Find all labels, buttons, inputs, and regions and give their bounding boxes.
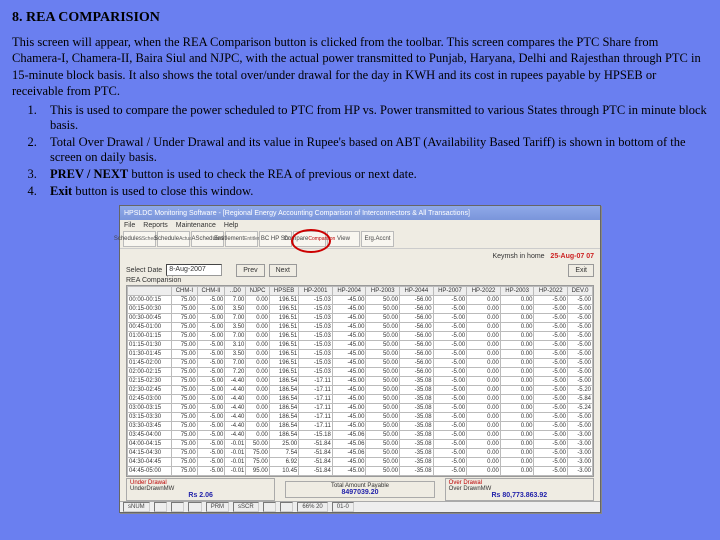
table-row: 01:30-01:4575.00-5.003.500.00196.51-15.0…	[128, 350, 593, 359]
bullet-list: This is used to compare the power schedu…	[40, 103, 708, 199]
table-row: 02:30-02:4575.00-5.00-4.400.00186.54-17.…	[128, 386, 593, 395]
menubar: File Reports Maintenance Help	[120, 220, 600, 230]
status-cell	[280, 502, 293, 512]
bullet-4: Exit button is used to close this window…	[40, 184, 708, 199]
col-header: DEV.0	[568, 287, 593, 296]
table-row: 03:15-03:3075.00-5.00-4.400.00186.54-17.…	[128, 413, 593, 422]
toolbar-btn-5[interactable]: CompareComparison	[293, 231, 326, 247]
status-cell: 66% 20	[297, 502, 327, 512]
status-cell	[188, 502, 201, 512]
under-drawal-box: Under Drawal UnderDrawnMW Rs 2.06	[126, 478, 275, 501]
table-row: 02:45-03:0075.00-5.00-4.400.00186.54-17.…	[128, 395, 593, 404]
table-row: 03:00-03:1575.00-5.00-4.400.00186.54-17.…	[128, 404, 593, 413]
table-row: 02:15-02:3075.00-5.00-4.400.00186.54-17.…	[128, 377, 593, 386]
select-date-label: Select Date	[126, 267, 162, 274]
status-cell	[154, 502, 167, 512]
table-row: 01:15-01:3075.00-5.003.100.00196.51-15.0…	[128, 341, 593, 350]
section-description: This screen will appear, when the REA Co…	[12, 34, 708, 99]
info-bar: Keymsh in home Keymsh in home 25-Aug-07 …	[120, 249, 600, 263]
select-row: Select Date 8-Aug-2007 Prev Next Exit	[120, 263, 600, 277]
col-header: HP-2022	[534, 287, 568, 296]
col-header: HP-2022	[467, 287, 501, 296]
table-row: 04:15-04:3075.00-5.00-0.0175.007.54-51.8…	[128, 449, 593, 458]
table-row: 03:30-03:4575.00-5.00-4.400.00186.54-17.…	[128, 422, 593, 431]
menu-maintenance[interactable]: Maintenance	[176, 222, 216, 229]
bullet-2: Total Over Drawal / Under Drawal and its…	[40, 135, 708, 165]
footer-summary: Under Drawal UnderDrawnMW Rs 2.06 Total …	[126, 478, 594, 500]
col-header: HP-2003	[500, 287, 534, 296]
table-row: 03:45-04:0075.00-5.00-4.400.00186.54-15.…	[128, 431, 593, 440]
table-row: 00:30-00:4575.00-5.007.000.00196.51-15.0…	[128, 314, 593, 323]
col-header: CHM-II	[197, 287, 225, 296]
col-header: HP-2007	[433, 287, 467, 296]
col-header: CHM-I	[172, 287, 198, 296]
table-row: 00:45-01:0075.00-5.003.500.00196.51-15.0…	[128, 323, 593, 332]
prev-button[interactable]: Prev	[236, 264, 264, 277]
menu-reports[interactable]: Reports	[143, 222, 168, 229]
bullet-3: PREV / NEXT button is used to check the …	[40, 167, 708, 182]
status-cell	[263, 502, 276, 512]
col-header: ..D0	[225, 287, 246, 296]
menu-file[interactable]: File	[124, 222, 135, 229]
toolbar-btn-7[interactable]: Erg.Accnt	[361, 231, 394, 247]
over-drawal-box: Over Drawal Over DrawnMW Rs 80,773.863.9…	[445, 478, 594, 501]
status-bar: sNUM PRM sSCR 66% 20 01-0	[120, 501, 600, 512]
table-row: 04:30-04:4575.00-5.00-0.0175.006.92-51.8…	[128, 458, 593, 467]
next-button[interactable]: Next	[269, 264, 297, 277]
info-left-label2: Keymsh in home	[492, 253, 544, 260]
status-cell: PRM	[206, 502, 229, 512]
col-header: NJPC	[246, 287, 270, 296]
status-cell: sNUM	[123, 502, 150, 512]
info-date: 25-Aug-07 07	[550, 253, 594, 260]
table-row: 00:15-00:3075.00-5.003.500.00196.51-15.0…	[128, 305, 593, 314]
col-header: HP-2001	[299, 287, 333, 296]
table-row: 02:00-02:1575.00-5.007.200.00196.51-15.0…	[128, 368, 593, 377]
table-row: 04:45-05:0075.00-5.00-0.0195.0010.45-51.…	[128, 467, 593, 476]
col-header: HP-2004	[332, 287, 366, 296]
table-row: 04:00-04:1575.00-5.00-0.0150.0025.00-51.…	[128, 440, 593, 449]
status-cell: sSCR	[233, 502, 259, 512]
total-amount-box: Total Amount Payable 8497039.20	[285, 481, 434, 498]
menu-help[interactable]: Help	[224, 222, 238, 229]
grid-label: REA Comparision	[120, 277, 600, 284]
window-titlebar: HPSLDC Monitoring Software - [Regional E…	[120, 206, 600, 220]
under-drawal-rs: Rs 2.06	[130, 492, 271, 499]
status-cell	[171, 502, 184, 512]
table-row: 01:00-01:1575.00-5.007.000.00196.51-15.0…	[128, 332, 593, 341]
table-row: 01:45-02:0075.00-5.007.000.00196.51-15.0…	[128, 359, 593, 368]
col-header: HPSEB	[269, 287, 298, 296]
bullet-1: This is used to compare the power schedu…	[40, 103, 708, 133]
over-drawal-rs: Rs 80,773.863.92	[449, 492, 590, 499]
col-header: HP-2003	[366, 287, 400, 296]
col-header	[128, 287, 172, 296]
toolbar-btn-1[interactable]: ScheduleActual	[157, 231, 190, 247]
toolbar-btn-3[interactable]: EntitlementEntitlement	[225, 231, 258, 247]
col-header: HP-2044	[400, 287, 434, 296]
date-select[interactable]: 8-Aug-2007	[166, 264, 222, 276]
toolbar-btn-0[interactable]: SchedulesSchedules	[123, 231, 156, 247]
status-cell: 01-0	[332, 502, 354, 512]
toolbar: SchedulesSchedulesScheduleActualASchedul…	[120, 230, 600, 249]
data-grid[interactable]: CHM-ICHM-II..D0NJPCHPSEBHP-2001HP-2004HP…	[126, 285, 594, 477]
info-right-wrap: Keymsh in home 25-Aug-07 07	[492, 253, 594, 260]
total-amount-value: 8497039.20	[289, 489, 430, 496]
exit-button[interactable]: Exit	[568, 264, 594, 277]
table-row: 00:00-00:1575.00-5.007.000.00196.51-15.0…	[128, 296, 593, 305]
section-heading: 8. REA COMPARISION	[12, 10, 708, 26]
app-window: HPSLDC Monitoring Software - [Regional E…	[119, 205, 601, 513]
